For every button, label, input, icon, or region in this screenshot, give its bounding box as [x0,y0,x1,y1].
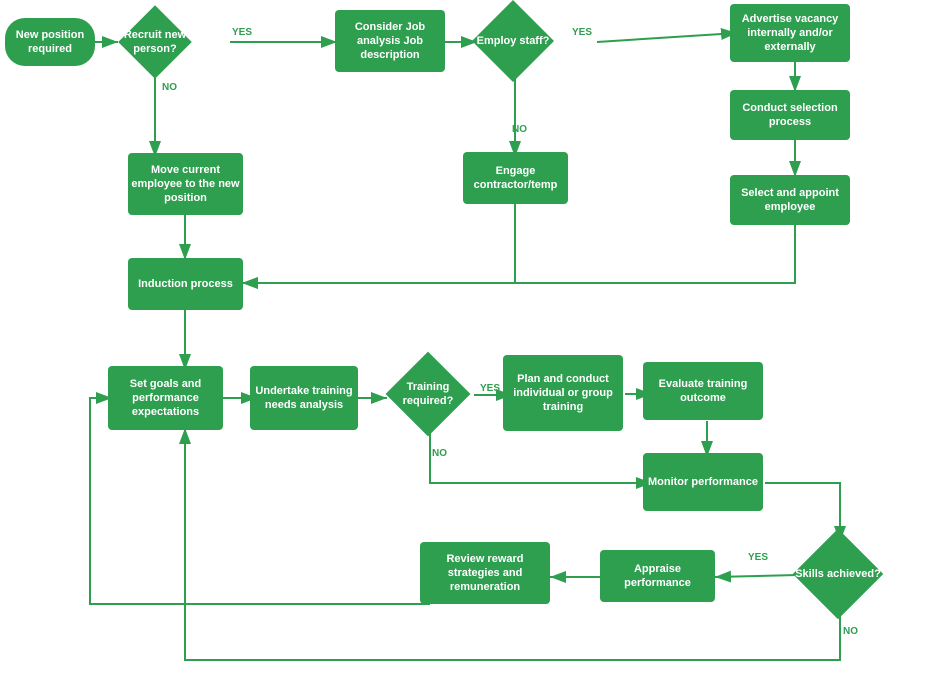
yes-label-skills: YES [748,552,768,563]
undertake-node: Undertake training needs analysis [250,366,358,430]
plan-conduct-label: Plan and conduct individual or group tra… [503,372,623,415]
select-appoint-label: Select and appoint employee [730,186,850,215]
consider-label: Consider Job analysis Job description [335,20,445,63]
no-label-employ: NO [512,124,527,135]
training-req-node: Training required? [382,356,474,432]
move-employee-label: Move current employee to the new positio… [128,163,243,206]
set-goals-label: Set goals and performance expectations [108,377,223,420]
no-label-skills: NO [843,626,858,637]
training-req-label: Training required? [382,380,474,409]
conduct-selection-node: Conduct selection process [730,90,850,140]
yes-label-employ: YES [572,27,592,38]
review-reward-node: Review reward strategies and remuneratio… [420,542,550,604]
monitor-label: Monitor performance [648,475,758,489]
engage-node: Engage contractor/temp [463,152,568,204]
no-label-training: NO [432,448,447,459]
new-position-node: New position required [5,18,95,66]
consider-node: Consider Job analysis Job description [335,10,445,72]
set-goals-node: Set goals and performance expectations [108,366,223,430]
induction-node: Induction process [128,258,243,310]
new-position-label: New position required [5,28,95,57]
plan-conduct-node: Plan and conduct individual or group tra… [503,355,623,431]
skills-achieved-node: Skills achieved? [790,535,886,613]
yes-label-recruit: YES [232,27,252,38]
advertise-label: Advertise vacancy internally and/or exte… [730,12,850,55]
advertise-node: Advertise vacancy internally and/or exte… [730,4,850,62]
employ-node: Employ staff? [468,6,558,76]
appraise-label: Appraise performance [600,562,715,591]
select-appoint-node: Select and appoint employee [730,175,850,225]
move-employee-node: Move current employee to the new positio… [128,153,243,215]
monitor-node: Monitor performance [643,453,763,511]
evaluate-node: Evaluate training outcome [643,362,763,420]
recruit-label: Recruit new person? [115,28,195,57]
conduct-selection-label: Conduct selection process [730,101,850,130]
flowchart: New position required Recruit new person… [0,0,945,694]
recruit-node: Recruit new person? [115,8,195,76]
employ-label: Employ staff? [477,34,550,48]
evaluate-label: Evaluate training outcome [643,377,763,406]
induction-label: Induction process [138,277,233,291]
undertake-label: Undertake training needs analysis [250,384,358,413]
no-label-recruit: NO [162,82,177,93]
appraise-node: Appraise performance [600,550,715,602]
skills-achieved-label: Skills achieved? [795,567,881,581]
engage-label: Engage contractor/temp [463,164,568,193]
review-reward-label: Review reward strategies and remuneratio… [420,552,550,595]
yes-label-training: YES [480,383,500,394]
